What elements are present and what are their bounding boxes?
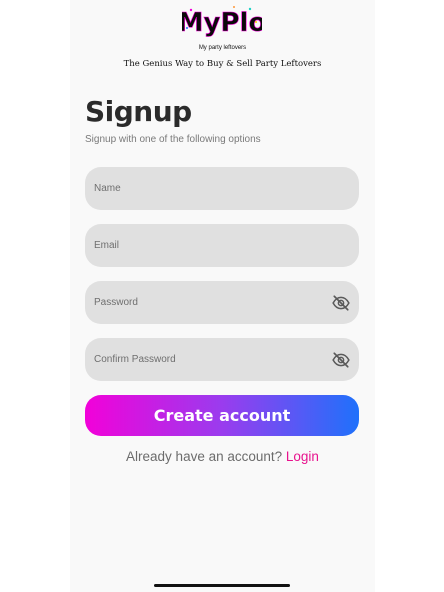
confirm-password-field[interactable]	[85, 338, 359, 381]
tagline: The Genius Way to Buy & Sell Party Lefto…	[123, 59, 322, 69]
name-input[interactable]	[94, 173, 314, 204]
page-title: Signup	[85, 95, 192, 128]
app-screen: MyPlo My party leftovers The Genius Way …	[70, 0, 375, 592]
create-account-button[interactable]: Create account	[85, 395, 359, 436]
eye-off-icon[interactable]	[332, 294, 350, 312]
password-field[interactable]	[85, 281, 359, 324]
name-field[interactable]	[85, 167, 359, 210]
logo-subtitle: My party leftovers	[198, 45, 247, 51]
logo-mark: MyPlo	[182, 6, 262, 38]
eye-off-icon[interactable]	[332, 351, 350, 369]
page-subtitle: Signup with one of the following options	[85, 134, 261, 145]
confirm-password-input[interactable]	[94, 344, 314, 375]
email-field[interactable]	[85, 224, 359, 267]
login-link[interactable]: Login	[286, 449, 319, 464]
password-input[interactable]	[94, 287, 314, 318]
login-prompt: Already have an account? Login	[70, 449, 375, 464]
login-prompt-text: Already have an account?	[126, 449, 283, 464]
home-indicator	[154, 584, 290, 587]
app-logo: MyPlo My party leftovers	[70, 4, 375, 52]
logo-text: MyPlo	[182, 8, 262, 38]
email-input[interactable]	[94, 230, 314, 261]
